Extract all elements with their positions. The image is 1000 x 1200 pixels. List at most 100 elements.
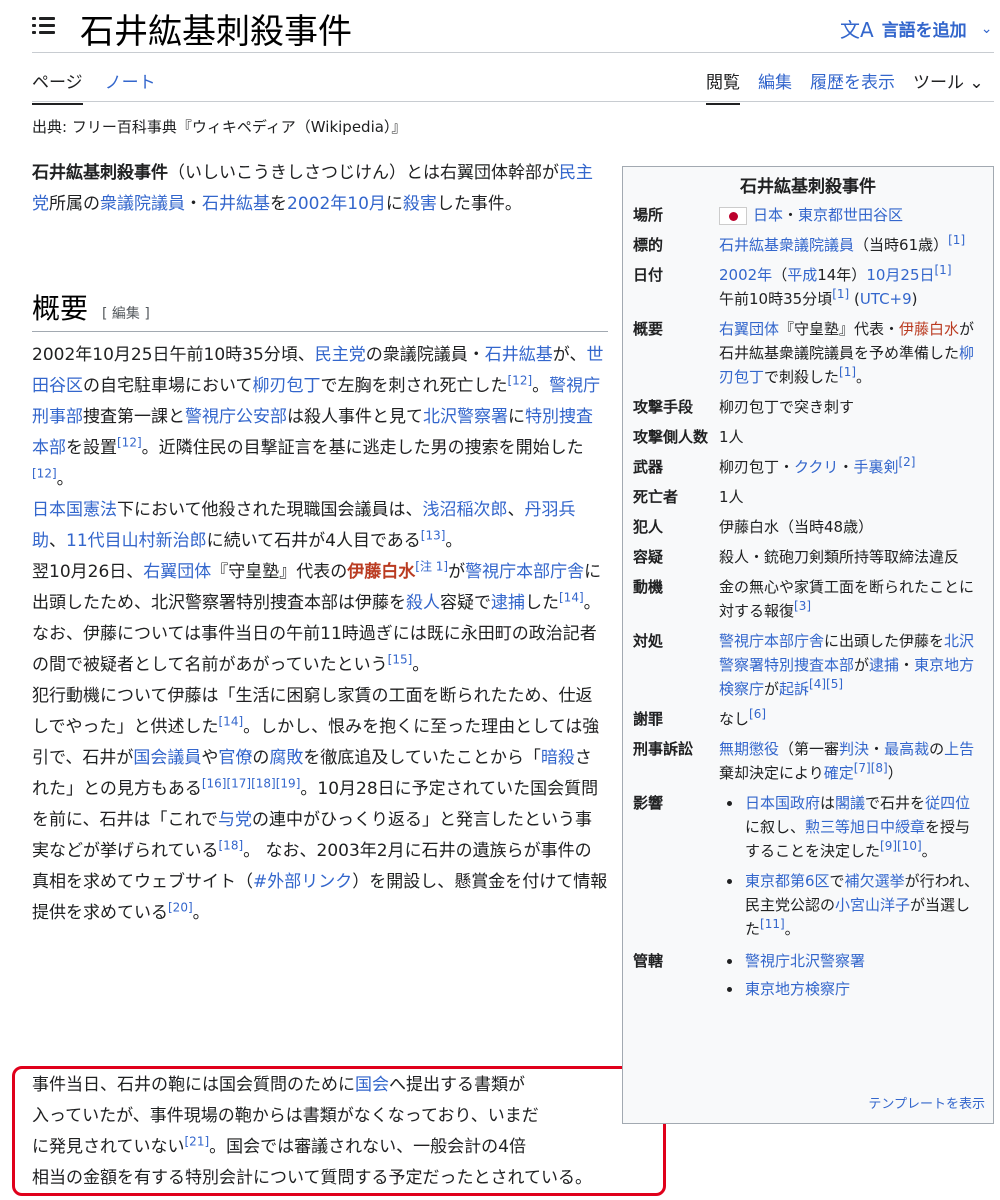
link[interactable]: 東京都 [798, 206, 843, 224]
infobox-row: 攻撃側人数 1人 [633, 428, 744, 446]
infobox-row: 犯人 伊藤白水（当時48歳） [633, 518, 874, 536]
link[interactable]: 手裏剣 [853, 458, 898, 476]
show-template-link[interactable]: テンプレートを表示 [868, 1093, 985, 1117]
infobox-row: 謝罪 なし[6] [633, 707, 767, 728]
paragraph: 犯行動機について伊藤は「生活に困窮し家賃の工面を断られたため、仕返しでやった」と… [32, 686, 608, 923]
link[interactable]: 警視庁本部庁舎 [719, 632, 824, 650]
link[interactable]: 日本国政府 [745, 794, 820, 812]
paragraph: 2002年10月25日午前10時35分頃、民主党の衆議院議員・石井紘基が、世田谷… [32, 345, 604, 489]
infobox-row: 管轄 警視庁北沢警察署 東京地方検察庁 [631, 949, 985, 1001]
tools-menu[interactable]: ツール ⌄ [913, 68, 984, 105]
infobox-row: 対処 警視庁本部庁舎に出頭した伊藤を北沢警察署特別捜査本部が逮捕・東京地方検察庁が… [633, 632, 975, 698]
list-item: 東京都第6区で補欠選挙が行われ、民主党公認の小宮山洋子が当選した[11]。 [719, 869, 985, 941]
link[interactable]: 浅沼稲次郎 [423, 500, 508, 520]
link[interactable]: 補欠選挙 [845, 872, 905, 890]
highlighted-paragraph: 事件当日、石井の鞄には国会質問のために国会へ提出する書類が 入っていたが、事件現場… [32, 1075, 592, 1188]
link[interactable]: 小宮山洋子 [835, 896, 910, 914]
link[interactable]: 特別捜査本部 [32, 407, 593, 458]
link[interactable]: 官僚 [218, 748, 252, 768]
link[interactable]: 日本国憲法 [32, 500, 117, 520]
translate-icon: 文A [840, 18, 874, 42]
link[interactable]: 2002年 [287, 194, 347, 214]
page-title: 石井紘基刺殺事件 [80, 12, 352, 52]
list-item: 東京地方検察庁 [719, 977, 985, 1001]
link[interactable]: 勲三等旭日中綬章 [805, 818, 925, 836]
tab-page[interactable]: ページ [32, 68, 83, 105]
link[interactable]: 逮捕 [869, 656, 899, 674]
link[interactable]: 最高裁 [884, 740, 929, 758]
infobox-row: 場所 日本・東京都世田谷区 [633, 206, 904, 225]
link[interactable]: 判決 [839, 740, 869, 758]
tab-edit[interactable]: 編集 [758, 68, 792, 105]
view-tabs: 閲覧 編集 履歴を表示 ツール ⌄ [706, 68, 984, 105]
link[interactable]: 2002年 [719, 266, 772, 284]
add-language-button[interactable]: 文A 言語を追加 ⌄ [840, 14, 992, 43]
source-note: 出典: フリー百科事典『ウィキペディア（Wikipedia）』 [32, 118, 407, 136]
link[interactable]: 東京都第6区 [745, 872, 830, 890]
link[interactable]: 世田谷区 [843, 206, 903, 224]
link[interactable]: 従四位 [925, 794, 970, 812]
heading-text: 概要 [32, 292, 89, 325]
section-heading: 概要 [ 編集 ] [32, 287, 608, 332]
paragraph: 日本国憲法下において他殺された現職国会議員は、浅沼稲次郎、丹羽兵助、11代目山村… [32, 500, 576, 551]
link[interactable]: 右翼団体 [143, 562, 211, 582]
infobox-row: 動機 金の無心や家賃工面を断られたことに対する報復[3] [633, 578, 975, 620]
link[interactable]: 上告 [944, 740, 974, 758]
link[interactable]: 10月 [347, 194, 386, 214]
link[interactable]: 10月25日 [866, 266, 934, 284]
link[interactable]: 警視庁公安部 [185, 407, 287, 427]
add-language-label: 言語を追加 [881, 21, 967, 41]
article-body: 2002年10月25日午前10時35分頃、民主党の衆議院議員・石井紘基が、世田谷… [32, 340, 608, 929]
link[interactable]: 腐敗 [269, 748, 303, 768]
link[interactable]: 民主党 [315, 345, 366, 365]
divider [32, 101, 994, 102]
link[interactable]: 警視庁北沢警察署 [745, 952, 865, 970]
infobox-row: 標的 石井紘基衆議院議員（当時61歳）[1] [633, 233, 966, 254]
link[interactable]: 無期懲役 [719, 740, 779, 758]
infobox-row: 刑事訴訟 無期懲役（第一審判決・最高裁の上告棄却決定により確定[7][8]） [633, 740, 975, 782]
edit-section-link[interactable]: [ 編集 ] [102, 303, 150, 323]
infobox-row: 容疑 殺人・銃砲刀剣類所持等取締法違反 [633, 548, 960, 566]
link[interactable]: 衆議院議員 [100, 194, 185, 214]
link[interactable]: 柳刃包丁 [253, 376, 321, 396]
link[interactable]: 国会 [355, 1075, 389, 1095]
link[interactable]: 衆議院議員 [779, 236, 854, 254]
link[interactable]: 警視庁本部庁舎 [465, 562, 584, 582]
link[interactable]: UTC+9 [860, 290, 912, 308]
link[interactable]: 殺害 [403, 194, 437, 214]
link[interactable]: 石井紘基 [485, 345, 553, 365]
infobox-row: 武器 柳刃包丁・ククリ・手裏剣[2] [633, 455, 916, 476]
link[interactable]: 確定 [824, 764, 854, 782]
link[interactable]: #外部リンク [253, 872, 352, 892]
japan-flag-icon [719, 206, 747, 225]
link[interactable]: 閣議 [835, 794, 865, 812]
tab-history[interactable]: 履歴を表示 [810, 68, 895, 105]
link[interactable]: ククリ [794, 458, 838, 476]
link[interactable]: 北沢警察署 [423, 407, 508, 427]
link[interactable]: 与党 [218, 810, 252, 830]
link[interactable]: 東京地方検察庁 [745, 980, 850, 998]
link[interactable]: 石井紘基 [719, 236, 779, 254]
tab-read[interactable]: 閲覧 [706, 68, 740, 105]
link[interactable]: 暗殺 [541, 748, 575, 768]
link[interactable]: 右翼団体 [719, 320, 779, 338]
tab-talk[interactable]: ノート [105, 68, 156, 105]
link[interactable]: 国会議員 [133, 748, 201, 768]
infobox-row: 攻撃手段 柳刃包丁で突き刺す [633, 398, 855, 416]
link[interactable]: 石井紘基 [202, 194, 270, 214]
link[interactable]: 11代目山村新治郎 [66, 531, 207, 551]
link[interactable]: 起訴 [779, 680, 809, 698]
list-item: 警視庁北沢警察署 [719, 949, 985, 973]
main-menu-icon[interactable] [32, 14, 56, 38]
link[interactable]: 日本 [753, 206, 783, 224]
link[interactable]: 殺人 [406, 593, 440, 613]
divider [32, 52, 994, 53]
paragraph: 翌10月26日、右翼団体『守皇塾』代表の伊藤白水[注 1]が警視庁本部庁舎に出頭… [32, 559, 602, 675]
link[interactable]: 逮捕 [491, 593, 525, 613]
namespace-tabs: ページ ノート [32, 68, 156, 105]
infobox-row: 死亡者 1人 [633, 488, 744, 506]
chevron-down-icon: ⌄ [980, 20, 993, 37]
infobox-row: 影響 日本国政府は閣議で石井を従四位に叙し、勲三等旭日中綬章を授与することを決定… [631, 791, 985, 941]
infobox: 石井紘基刺殺事件 場所 日本・東京都世田谷区 標的 石井紘基衆議院議員（当時61歳）… [622, 166, 994, 1124]
link[interactable]: 平成 [787, 266, 817, 284]
